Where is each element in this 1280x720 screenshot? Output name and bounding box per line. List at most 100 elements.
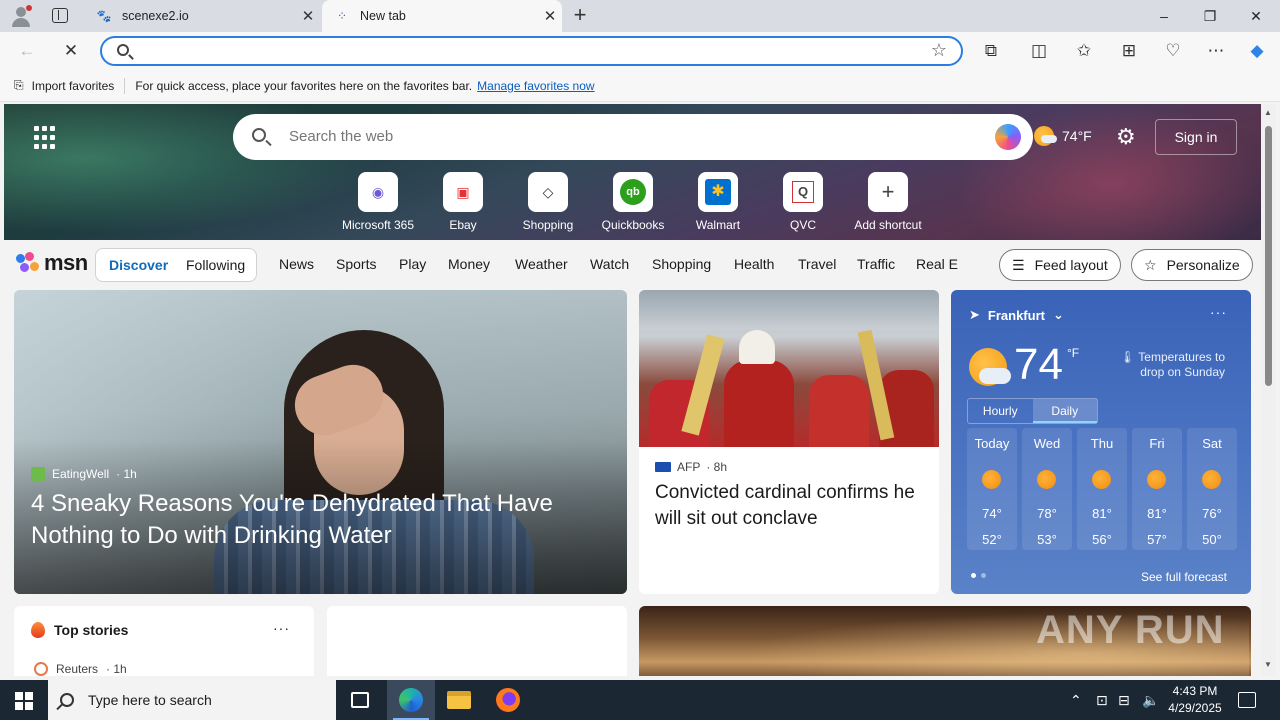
- shortcut-add[interactable]: + Add shortcut: [843, 172, 933, 232]
- back-icon[interactable]: ←: [14, 39, 40, 63]
- close-tab-icon[interactable]: ✕: [538, 7, 562, 25]
- nav-real-estate[interactable]: Real E: [916, 256, 958, 272]
- source-name: EatingWell: [52, 467, 110, 481]
- nav-weather[interactable]: Weather: [515, 256, 568, 272]
- network-adapter-icon[interactable]: ⊡: [1096, 680, 1108, 720]
- search-icon: [60, 693, 74, 707]
- task-view-icon[interactable]: [336, 680, 384, 720]
- notification-icon[interactable]: [1238, 692, 1256, 708]
- volume-icon[interactable]: 🔈: [1142, 680, 1159, 720]
- weather-alert[interactable]: 🌡 Temperatures to drop on Sunday: [1113, 350, 1225, 380]
- stop-loading-icon[interactable]: ✕: [58, 39, 84, 63]
- weather-location[interactable]: ➤ Frankfurt ⌄: [969, 307, 1064, 323]
- nav-health[interactable]: Health: [734, 256, 774, 272]
- shortcut-qvc[interactable]: Q QVC: [758, 172, 848, 232]
- nav-money[interactable]: Money: [448, 256, 490, 272]
- shortcut-label: QVC: [789, 218, 816, 232]
- day-low: 57°: [1147, 532, 1167, 547]
- story-headline[interactable]: Convicted cardinal confirms he will sit …: [655, 480, 925, 532]
- forecast-day[interactable]: Wed 78° 53°: [1022, 428, 1072, 550]
- tab-following[interactable]: Following: [186, 257, 245, 273]
- new-tab-button[interactable]: +: [568, 4, 592, 28]
- feature-story-card[interactable]: EatingWell · 1h 4 Sneaky Reasons You're …: [14, 290, 627, 594]
- tab-daily[interactable]: Daily: [1032, 399, 1097, 423]
- profile-avatar-icon[interactable]: [10, 5, 32, 27]
- copilot-icon[interactable]: [995, 124, 1021, 150]
- browser-essentials-icon[interactable]: ♡: [1160, 39, 1186, 63]
- copilot-icon[interactable]: ◆: [1244, 39, 1270, 63]
- import-favorites-button[interactable]: ⎘ Import favorites: [14, 78, 114, 93]
- gear-icon[interactable]: ⚙: [1116, 126, 1138, 148]
- partly-sunny-icon: [1034, 126, 1057, 146]
- personalize-label: Personalize: [1166, 257, 1240, 273]
- file-explorer-icon[interactable]: [435, 680, 483, 720]
- address-bar[interactable]: ☆: [100, 36, 963, 66]
- restore-button[interactable]: ❐: [1187, 0, 1233, 32]
- taskbar-search[interactable]: Type here to search: [48, 680, 336, 720]
- tab-title: scenexe2.io: [122, 9, 189, 23]
- nav-traffic[interactable]: Traffic: [857, 256, 895, 272]
- shortcut-microsoft-365[interactable]: ◉ Microsoft 365: [333, 172, 423, 232]
- tab-scenexe2[interactable]: 🐾 scenexe2.io ✕: [84, 0, 320, 32]
- tab-hourly[interactable]: Hourly: [968, 399, 1033, 423]
- forecast-day[interactable]: Today 74° 52°: [967, 428, 1017, 550]
- page-scrollbar[interactable]: ▲ ▼: [1261, 104, 1276, 676]
- tab-new-tab[interactable]: ⁘ New tab ✕: [322, 0, 562, 32]
- scroll-up-icon[interactable]: ▲: [1264, 108, 1272, 117]
- tray-chevron-up-icon[interactable]: ⌃: [1070, 680, 1082, 720]
- personalize-button[interactable]: ☆ Personalize: [1131, 249, 1253, 281]
- forecast-day[interactable]: Thu 81° 56°: [1077, 428, 1127, 550]
- scroll-down-icon[interactable]: ▼: [1264, 660, 1272, 669]
- nav-play[interactable]: Play: [399, 256, 426, 272]
- forecast-day[interactable]: Sat 76° 50°: [1187, 428, 1237, 550]
- network-icon[interactable]: ⊟: [1118, 680, 1130, 720]
- favorites-icon[interactable]: ✩: [1071, 39, 1097, 63]
- divider: [124, 77, 126, 94]
- scroll-thumb[interactable]: [1265, 126, 1272, 386]
- manage-favorites-link[interactable]: Manage favorites now: [477, 79, 594, 93]
- extensions-icon[interactable]: ⧉: [978, 39, 1004, 63]
- story-headline[interactable]: 4 Sneaky Reasons You're Dehydrated That …: [31, 488, 591, 552]
- top-stories-title[interactable]: Top stories: [54, 622, 128, 638]
- nav-shopping[interactable]: Shopping: [652, 256, 711, 272]
- nav-news[interactable]: News: [279, 256, 314, 272]
- shortcut-quickbooks[interactable]: qb Quickbooks: [588, 172, 678, 232]
- web-search-box[interactable]: Search the web: [233, 114, 1033, 160]
- sign-in-button[interactable]: Sign in: [1155, 119, 1237, 155]
- edge-taskbar-icon[interactable]: [387, 680, 435, 720]
- msn-logo[interactable]: msn: [16, 250, 88, 276]
- msn-logo-text: msn: [44, 250, 88, 275]
- more-options-icon[interactable]: ···: [273, 620, 290, 636]
- thermometer-icon: 🌡: [1119, 350, 1136, 364]
- windows-taskbar: Type here to search ⌃ ⊡ ⊟ 🔈 4:43 PM 4/29…: [0, 680, 1280, 720]
- more-menu-icon[interactable]: ⋯: [1203, 39, 1229, 63]
- favorite-star-icon[interactable]: ☆: [931, 40, 947, 61]
- tab-actions-icon[interactable]: [52, 8, 68, 23]
- minimize-button[interactable]: –: [1141, 0, 1187, 32]
- taskbar-clock[interactable]: 4:43 PM 4/29/2025: [1164, 683, 1226, 717]
- clock-time: 4:43 PM: [1172, 684, 1218, 698]
- firefox-icon[interactable]: [484, 680, 532, 720]
- nav-watch[interactable]: Watch: [590, 256, 629, 272]
- app-launcher-icon[interactable]: [34, 126, 58, 150]
- temp-unit[interactable]: °F: [1067, 346, 1079, 360]
- weather-widget[interactable]: 74°F: [1034, 126, 1092, 146]
- afp-story-card[interactable]: AFP · 8h Convicted cardinal confirms he …: [639, 290, 939, 594]
- windows-start-icon[interactable]: [15, 692, 33, 710]
- close-window-button[interactable]: ✕: [1233, 0, 1279, 32]
- feed-layout-button[interactable]: ☰ Feed layout: [999, 249, 1121, 281]
- tab-discover[interactable]: Discover: [109, 257, 168, 273]
- nav-sports[interactable]: Sports: [336, 256, 376, 272]
- see-full-forecast-link[interactable]: See full forecast: [1141, 570, 1227, 584]
- nav-travel[interactable]: Travel: [798, 256, 836, 272]
- shortcut-walmart[interactable]: ✱ Walmart: [673, 172, 763, 232]
- shortcut-ebay[interactable]: ▣ Ebay: [418, 172, 508, 232]
- close-tab-icon[interactable]: ✕: [296, 7, 320, 25]
- more-options-icon[interactable]: ···: [1210, 304, 1227, 320]
- forecast-day[interactable]: Fri 81° 57°: [1132, 428, 1182, 550]
- carousel-dots[interactable]: [971, 573, 986, 578]
- day-high: 81°: [1147, 506, 1167, 521]
- shortcut-shopping[interactable]: ◇ Shopping: [503, 172, 593, 232]
- collections-icon[interactable]: ⊞: [1116, 39, 1142, 63]
- split-screen-icon[interactable]: ◫: [1026, 39, 1052, 63]
